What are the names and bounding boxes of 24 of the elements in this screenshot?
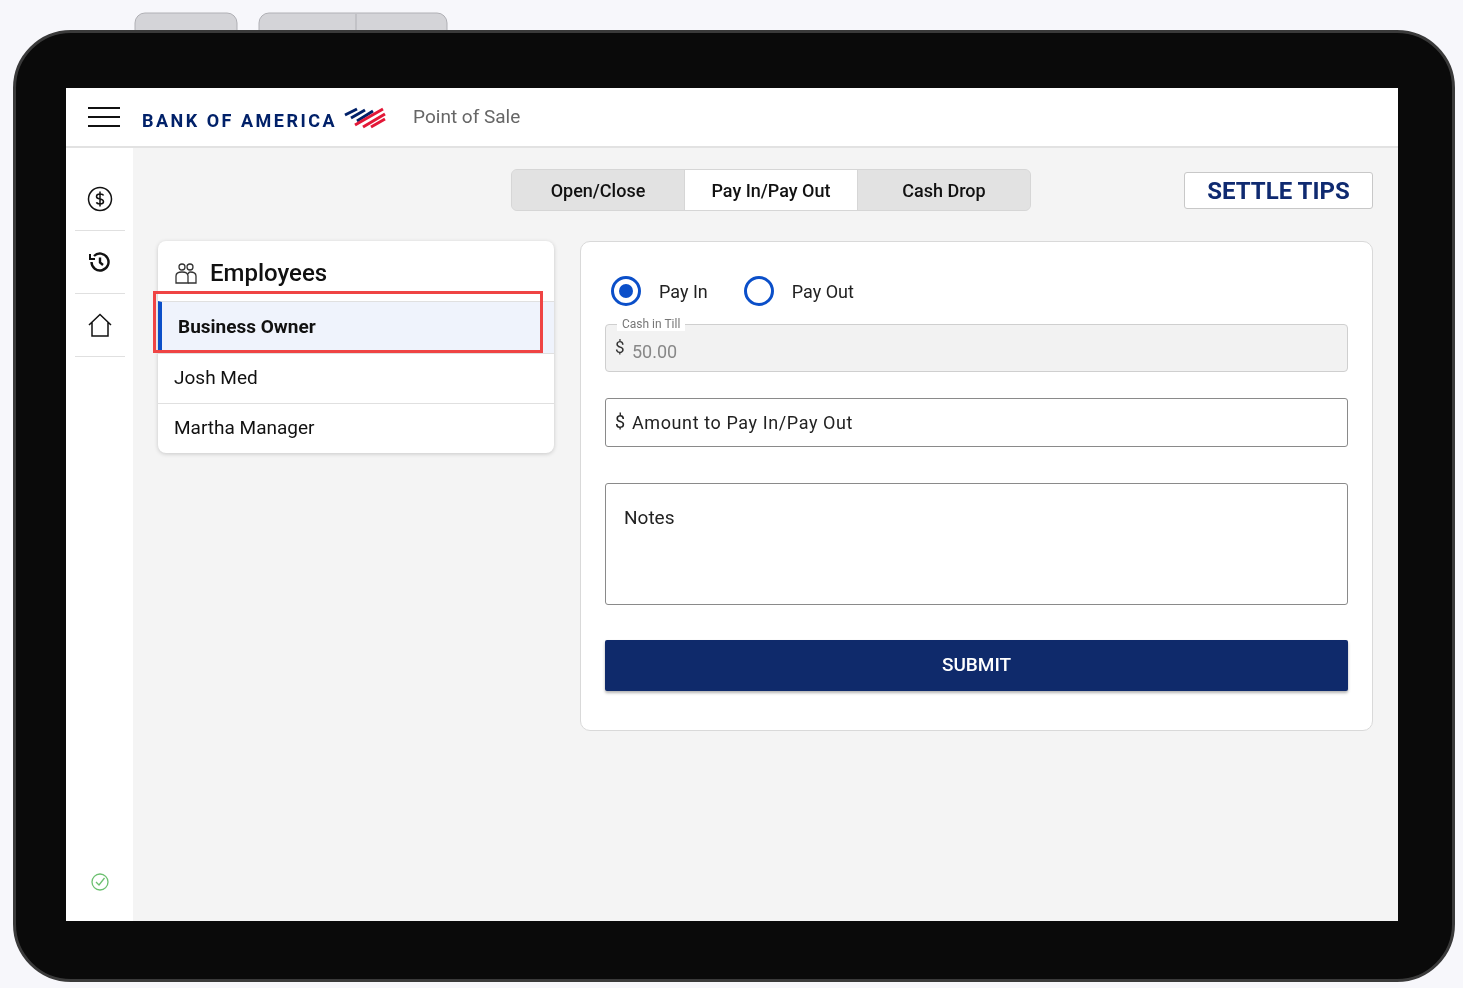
dollar-circle-icon[interactable] (86, 186, 113, 212)
employees-title: Employees (210, 258, 328, 289)
flag-logo-icon (343, 105, 388, 129)
employee-item[interactable]: Business Owner (158, 301, 554, 353)
radio-label: Pay Out (791, 279, 854, 304)
people-icon (174, 261, 198, 285)
history-icon[interactable] (86, 249, 113, 275)
home-icon[interactable] (86, 312, 113, 338)
check-circle-icon (90, 873, 109, 891)
currency-prefix: $ (615, 337, 625, 357)
menu-button[interactable] (88, 107, 120, 127)
app-title: Point of Sale (413, 103, 521, 130)
field-label: Cash in Till (617, 317, 686, 331)
currency-prefix: $ (615, 411, 626, 433)
tab[interactable]: Pay In/Pay Out (684, 170, 857, 210)
employee-item[interactable]: Josh Med (158, 353, 554, 403)
brand-logo-text: BANK OF AMERICA (142, 108, 338, 133)
submit-button[interactable]: SUBMIT (605, 640, 1348, 691)
settle-tips-button[interactable]: SETTLE TIPS (1184, 171, 1373, 209)
radio-button[interactable] (611, 276, 641, 306)
radio-label: Pay In (659, 279, 708, 304)
radio-button[interactable] (743, 276, 774, 306)
employee-item[interactable]: Martha Manager (158, 403, 554, 453)
notes-field[interactable]: Notes (605, 483, 1348, 605)
